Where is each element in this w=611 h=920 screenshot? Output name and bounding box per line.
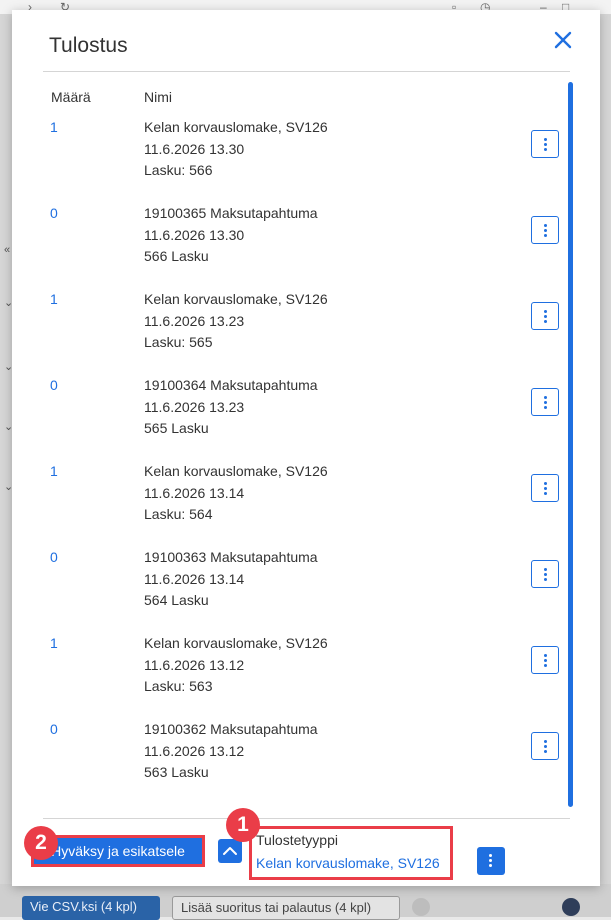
footer-menu-button[interactable] [477, 847, 505, 875]
item-date: 11.6.2026 13.23 [144, 312, 245, 329]
item-title: Kelan korvauslomake, SV126 [144, 119, 328, 135]
item-name: Kelan korvauslomake, SV126 11.6.2026 13.… [144, 117, 328, 182]
header-divider [43, 71, 570, 72]
list-item: 1 Kelan korvauslomake, SV126 11.6.2026 1… [12, 630, 572, 716]
footer-divider [43, 818, 570, 819]
close-icon[interactable] [551, 28, 575, 52]
list-item: 1 Kelan korvauslomake, SV126 11.6.2026 1… [12, 458, 572, 544]
item-reference: 565 Lasku [144, 420, 209, 437]
row-menu-button[interactable] [531, 646, 559, 674]
chevron-up-icon [223, 847, 237, 855]
item-date: 11.6.2026 13.14 [144, 570, 245, 587]
item-title: 19100362 Maksutapahtuma [144, 721, 318, 737]
item-name: Kelan korvauslomake, SV126 11.6.2026 13.… [144, 289, 328, 354]
column-header-name: Nimi [144, 89, 172, 105]
item-name: Kelan korvauslomake, SV126 11.6.2026 13.… [144, 461, 328, 526]
export-csv-button: Vie CSV.ksi (4 kpl) [22, 896, 160, 920]
print-type-label: Tulostetyyppi [256, 832, 338, 848]
background-icon [562, 898, 580, 916]
row-menu-button[interactable] [531, 216, 559, 244]
item-reference: Lasku: 564 [144, 506, 213, 523]
approve-preview-button[interactable]: Hyväksy ja esikatsele [31, 835, 205, 867]
scrollbar[interactable] [568, 82, 573, 807]
row-menu-button[interactable] [531, 732, 559, 760]
item-reference: Lasku: 566 [144, 162, 213, 179]
item-title: Kelan korvauslomake, SV126 [144, 291, 328, 307]
item-title: Kelan korvauslomake, SV126 [144, 463, 328, 479]
list-item: 0 19100362 Maksutapahtuma 11.6.2026 13.1… [12, 716, 572, 802]
item-name: Kelan korvauslomake, SV126 11.6.2026 13.… [144, 633, 328, 698]
quantity-value[interactable]: 1 [50, 291, 58, 307]
quantity-value[interactable]: 1 [50, 635, 58, 651]
item-reference: 564 Lasku [144, 592, 209, 609]
item-reference: 566 Lasku [144, 248, 209, 265]
quantity-value[interactable]: 0 [50, 549, 58, 565]
chevron-icon: « [4, 244, 11, 256]
row-menu-button[interactable] [531, 388, 559, 416]
list-item: 0 19100364 Maksutapahtuma 11.6.2026 13.2… [12, 372, 572, 458]
row-menu-button[interactable] [531, 474, 559, 502]
item-reference: 563 Lasku [144, 764, 209, 781]
step-marker-1: 1 [226, 808, 260, 842]
item-name: 19100364 Maksutapahtuma 11.6.2026 13.23 … [144, 375, 318, 440]
item-title: 19100364 Maksutapahtuma [144, 377, 318, 393]
print-list: 1 Kelan korvauslomake, SV126 11.6.2026 1… [12, 114, 572, 802]
item-title: Kelan korvauslomake, SV126 [144, 635, 328, 651]
print-type-value[interactable]: Kelan korvauslomake, SV126 [256, 855, 440, 871]
item-date: 11.6.2026 13.23 [144, 398, 245, 415]
expand-button[interactable] [218, 839, 242, 863]
item-date: 11.6.2026 13.30 [144, 226, 245, 243]
add-payment-button: Lisää suoritus tai palautus (4 kpl) [172, 896, 400, 920]
item-name: 19100365 Maksutapahtuma 11.6.2026 13.30 … [144, 203, 318, 268]
item-title: 19100365 Maksutapahtuma [144, 205, 318, 221]
item-date: 11.6.2026 13.12 [144, 656, 245, 673]
row-menu-button[interactable] [531, 302, 559, 330]
background-icon [412, 898, 430, 916]
quantity-value[interactable]: 0 [50, 721, 58, 737]
list-item: 1 Kelan korvauslomake, SV126 11.6.2026 1… [12, 114, 572, 200]
print-dialog: Tulostus Määrä Nimi 1 Kelan korvauslomak… [12, 10, 600, 886]
item-title: 19100363 Maksutapahtuma [144, 549, 318, 565]
item-date: 11.6.2026 13.30 [144, 140, 245, 157]
background-panel-right [599, 14, 611, 884]
row-menu-button[interactable] [531, 560, 559, 588]
dialog-title: Tulostus [49, 34, 128, 57]
quantity-value[interactable]: 0 [50, 377, 58, 393]
item-name: 19100362 Maksutapahtuma 11.6.2026 13.12 … [144, 719, 318, 784]
quantity-value[interactable]: 1 [50, 463, 58, 479]
row-menu-button[interactable] [531, 130, 559, 158]
item-reference: Lasku: 563 [144, 678, 213, 695]
item-reference: Lasku: 565 [144, 334, 213, 351]
quantity-value[interactable]: 0 [50, 205, 58, 221]
item-date: 11.6.2026 13.14 [144, 484, 245, 501]
list-item: 0 19100363 Maksutapahtuma 11.6.2026 13.1… [12, 544, 572, 630]
list-item: 1 Kelan korvauslomake, SV126 11.6.2026 1… [12, 286, 572, 372]
quantity-value[interactable]: 1 [50, 119, 58, 135]
item-date: 11.6.2026 13.12 [144, 742, 245, 759]
item-name: 19100363 Maksutapahtuma 11.6.2026 13.14 … [144, 547, 318, 612]
step-marker-2: 2 [24, 826, 58, 860]
column-header-quantity: Määrä [51, 89, 91, 105]
list-item: 0 19100365 Maksutapahtuma 11.6.2026 13.3… [12, 200, 572, 286]
